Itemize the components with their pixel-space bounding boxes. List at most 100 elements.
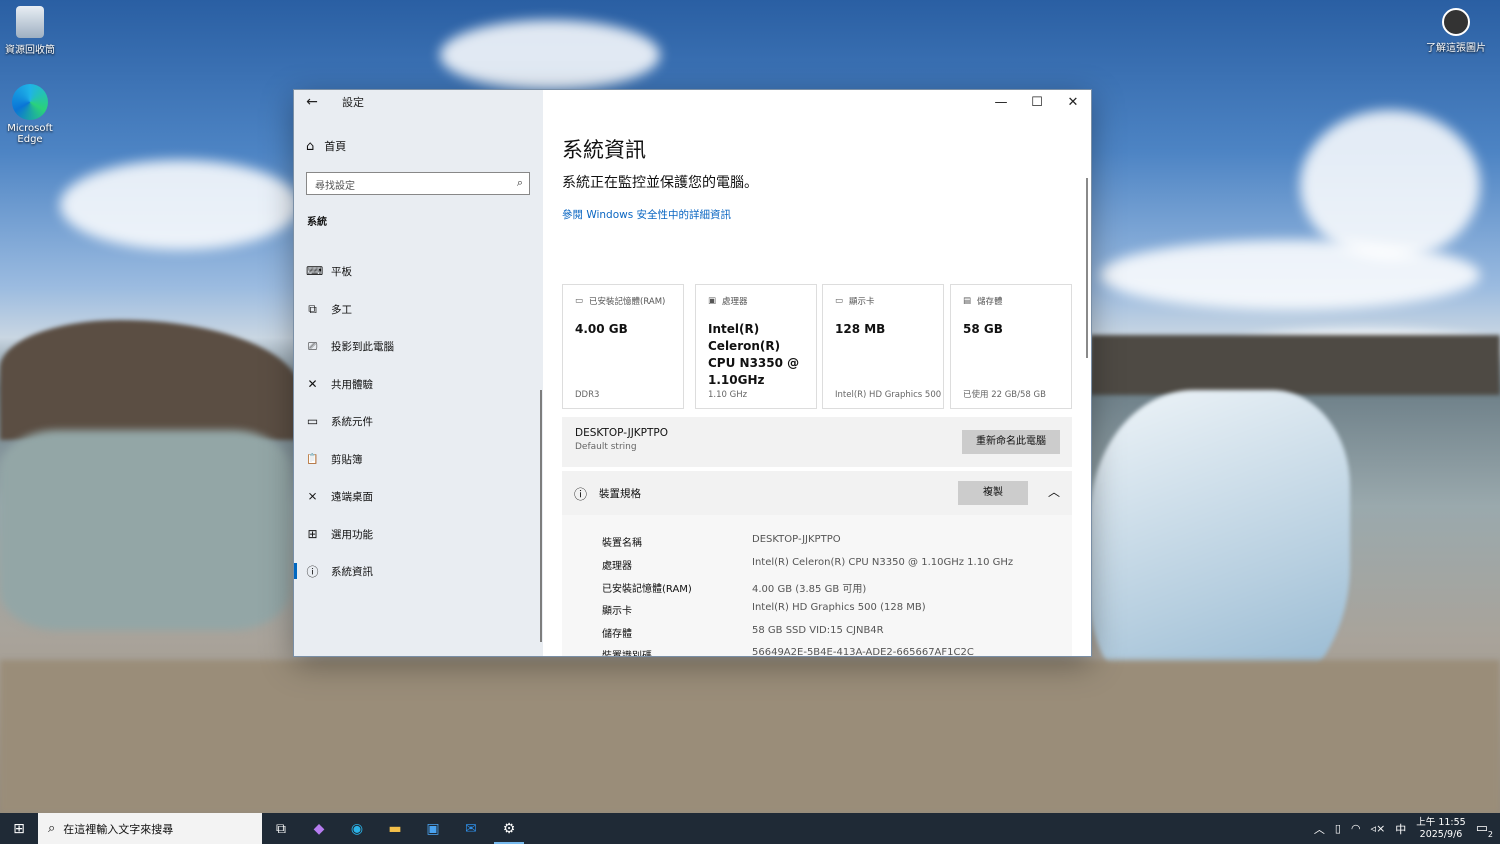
start-button[interactable]: ⊞ — [0, 813, 38, 844]
sidebar-item-projecting[interactable]: ⎚ 投影到此電腦 — [294, 334, 543, 358]
store-icon: ▣ — [426, 820, 440, 837]
device-specs-header[interactable]: ⓘ 裝置規格 複製 ︿ — [562, 471, 1072, 515]
back-arrow-icon[interactable]: ← — [294, 94, 330, 110]
file-explorer-button[interactable]: ▬ — [376, 813, 414, 844]
minimize-button[interactable]: — — [983, 90, 1019, 114]
desktop-icon-label: Microsoft Edge — [7, 123, 53, 145]
desktop-icon-edge[interactable]: Microsoft Edge — [0, 84, 60, 145]
windows-logo-icon: ⊞ — [13, 820, 25, 837]
sidebar-item-label: 投影到此電腦 — [331, 340, 394, 353]
nav-home-label: 首頁 — [324, 140, 347, 153]
spotlight-icon — [1442, 8, 1470, 36]
pc-name-row: DESKTOP-JJKPTPO Default string 重新命名此電腦 — [562, 417, 1072, 467]
copy-button[interactable]: 複製 — [958, 481, 1028, 505]
store-button[interactable]: ▣ — [414, 813, 452, 844]
sidebar-item-label: 平板 — [331, 265, 352, 278]
edge-taskbar-button[interactable]: ◉ — [338, 813, 376, 844]
card-label: 處理器 — [722, 297, 748, 307]
spec-row: 裝置識別碼56649A2E-5B4E-413A-ADE2-665667AF1C2… — [602, 647, 974, 656]
device-specs-title: 裝置規格 — [599, 487, 642, 500]
edge-icon — [12, 84, 48, 120]
maximize-button[interactable]: ☐ — [1019, 90, 1055, 114]
settings-search-input[interactable]: 尋找設定 ⌕ — [306, 172, 530, 195]
section-label: 系統 — [307, 217, 327, 228]
rename-pc-button[interactable]: 重新命名此電腦 — [962, 430, 1060, 454]
close-button[interactable]: ✕ — [1055, 90, 1091, 114]
sidebar-item-about[interactable]: ⓘ 系統資訊 — [294, 559, 543, 583]
storage-card: ▤ 儲存體 58 GB 已使用 22 GB/58 GB — [950, 284, 1072, 409]
spec-key: 已安裝記憶體(RAM) — [602, 584, 692, 595]
multitasking-icon: ⧉ — [308, 301, 317, 316]
spec-row: 裝置名稱 DESKTOP-JJKPTPO — [602, 534, 841, 549]
sidebar-item-system-components[interactable]: ▭ 系統元件 — [294, 409, 543, 433]
battery-icon[interactable]: ▯ — [1335, 822, 1341, 835]
ime-indicator[interactable]: 中 — [1395, 821, 1406, 837]
search-icon: ⌕ — [516, 176, 523, 189]
spec-value: 56649A2E-5B4E-413A-ADE2-665667AF1C2C — [752, 647, 974, 656]
sidebar-item-label: 系統元件 — [331, 415, 373, 428]
search-placeholder: 尋找設定 — [315, 181, 355, 192]
spec-row: 顯示卡 Intel(R) HD Graphics 500 (128 MB) — [602, 602, 926, 617]
sidebar-item-remote-desktop[interactable]: ⨯ 遠端桌面 — [294, 484, 543, 508]
processor-card: ▣ 處理器 Intel(R) Celeron(R) CPU N3350 @ 1.1… — [695, 284, 817, 409]
desktop-icon-recycle-bin[interactable]: 資源回收筒 — [0, 6, 60, 56]
spec-key: 儲存體 — [602, 629, 632, 640]
spec-row: 已安裝記憶體(RAM) 4.00 GB (3.85 GB 可用) — [602, 580, 866, 595]
info-icon: ⓘ — [306, 564, 319, 579]
card-footer: 已使用 22 GB/58 GB — [963, 390, 1046, 400]
sidebar-item-label: 選用功能 — [331, 528, 373, 541]
volume-muted-icon[interactable]: ◃× — [1371, 822, 1386, 835]
notifications-button[interactable]: ▭ 2 — [1476, 821, 1493, 839]
sidebar-item-label: 共用體驗 — [331, 378, 373, 391]
spec-key: 裝置名稱 — [602, 538, 642, 549]
task-view-icon: ⧉ — [276, 820, 286, 837]
chevron-up-icon[interactable]: ︿ — [1048, 483, 1060, 500]
sidebar-item-label: 多工 — [331, 303, 352, 316]
sidebar-item-multitasking[interactable]: ⧉ 多工 — [294, 297, 543, 321]
card-footer: 1.10 GHz — [708, 390, 748, 400]
wifi-icon[interactable]: ◠ — [1351, 822, 1361, 835]
device-specs-list: 裝置名稱 DESKTOP-JJKPTPO 處理器 Intel(R) Celeron(… — [562, 515, 1072, 656]
sidebar-item-tablet[interactable]: ⌨ 平板 — [294, 259, 543, 283]
main-scrollbar[interactable] — [1086, 178, 1088, 358]
settings-main: — ☐ ✕ 系統資訊 系統正在監控並保護您的電腦。 參閱 Windows 安全性… — [543, 90, 1091, 656]
system-tray: ︿ ▯ ◠ ◃× 中 上午 11:55 2025/9/6 ▭ 2 — [1314, 813, 1500, 844]
spec-value: 4.00 GB (3.85 GB 可用) — [752, 584, 867, 595]
settings-icon: ⚙ — [502, 820, 516, 837]
ram-card: ▭ 已安裝記憶體(RAM) 4.00 GB DDR3 — [562, 284, 684, 409]
shared-experiences-icon: ✕ — [307, 377, 318, 391]
home-icon: ⌂ — [306, 138, 315, 154]
spec-key: 裝置識別碼 — [602, 647, 752, 656]
card-value: 4.00 GB — [575, 322, 628, 336]
taskbar: ⊞ ⌕ 在這裡輸入文字來搜尋 ⧉ ◆ ◉ ▬ ▣ ✉ ⚙ ︿ ▯ ◠ ◃× 中 … — [0, 813, 1500, 844]
sidebar-item-clipboard[interactable]: 📋 剪貼簿 — [294, 447, 543, 471]
chevron-up-icon[interactable]: ︿ — [1314, 821, 1325, 837]
taskbar-search-box[interactable]: ⌕ 在這裡輸入文字來搜尋 — [38, 813, 262, 844]
settings-taskbar-button[interactable]: ⚙ — [490, 813, 528, 844]
sidebar-item-shared-experiences[interactable]: ✕ 共用體驗 — [294, 372, 543, 396]
windows-security-link[interactable]: 參閱 Windows 安全性中的詳細資訊 — [562, 207, 731, 222]
search-icon: ⌕ — [48, 821, 56, 836]
copilot-button[interactable]: ◆ — [300, 813, 338, 844]
storage-icon: ▤ — [963, 296, 972, 306]
sidebar-scrollbar[interactable] — [540, 390, 542, 642]
sidebar-item-optional-features[interactable]: ⊞ 選用功能 — [294, 522, 543, 546]
card-value: 128 MB — [835, 322, 886, 336]
outlook-button[interactable]: ✉ — [452, 813, 490, 844]
card-footer: Intel(R) HD Graphics 500 — [835, 390, 942, 400]
graphics-card: ▭ 顯示卡 128 MB Intel(R) HD Graphics 500 — [822, 284, 944, 409]
spec-row: 儲存體 58 GB SSD VID:15 CJNB4R — [602, 625, 884, 640]
nav-home[interactable]: ⌂ 首頁 — [306, 138, 346, 154]
clock[interactable]: 上午 11:55 2025/9/6 — [1416, 817, 1465, 841]
clipboard-icon: 📋 — [306, 453, 319, 465]
clock-date: 2025/9/6 — [1419, 828, 1463, 840]
card-value: Intel(R) Celeron(R) CPU N3350 @ 1.10GHz — [708, 322, 800, 387]
task-view-button[interactable]: ⧉ — [262, 813, 300, 844]
clock-time: 上午 11:55 — [1416, 816, 1466, 828]
card-value: 58 GB — [963, 322, 1003, 336]
graphics-card-icon: ▭ — [835, 296, 844, 306]
spec-value: 58 GB SSD VID:15 CJNB4R — [752, 625, 884, 636]
spotlight-learn-more[interactable]: 了解這張圖片 — [1424, 8, 1488, 54]
spec-key: 處理器 — [602, 561, 632, 572]
edge-icon: ◉ — [350, 820, 364, 837]
